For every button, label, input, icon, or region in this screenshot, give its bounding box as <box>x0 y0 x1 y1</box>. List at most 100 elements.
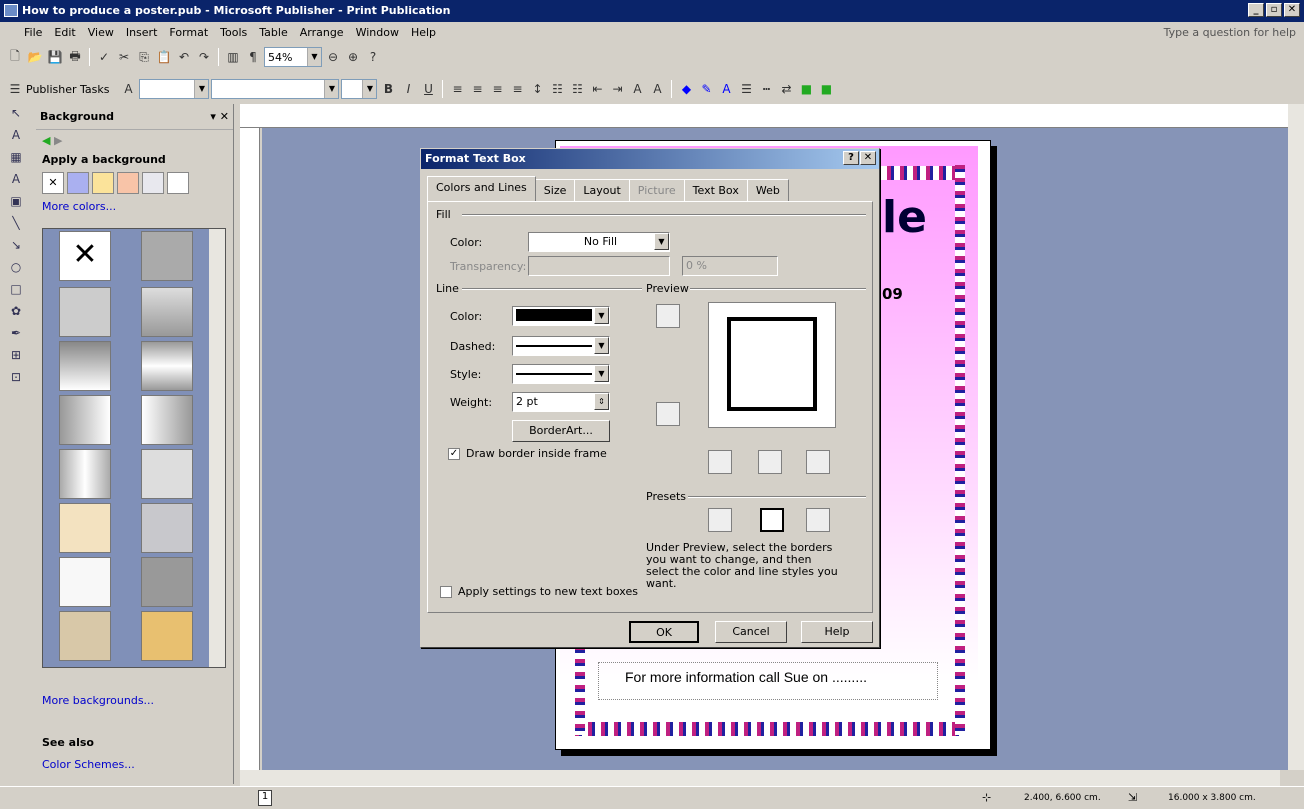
menu-insert[interactable]: Insert <box>126 26 158 44</box>
gallery-tile[interactable] <box>141 341 193 391</box>
poster-info-text[interactable]: For more information call Sue on .......… <box>598 662 938 700</box>
draw-border-checkbox[interactable]: ✓ <box>448 448 460 460</box>
help-button[interactable]: Help <box>801 621 873 643</box>
gallery-tile[interactable] <box>141 611 193 661</box>
bullets-icon[interactable]: ☷ <box>568 80 586 98</box>
design-gallery-icon[interactable]: ✒ <box>6 326 26 348</box>
apply-new-checkbox[interactable] <box>440 586 452 598</box>
line-icon[interactable]: ╲ <box>6 216 26 238</box>
restore-button[interactable]: ▫ <box>1266 3 1282 17</box>
gallery-tile[interactable] <box>141 449 193 499</box>
cut-icon[interactable]: ✂ <box>115 48 133 66</box>
preview-box[interactable] <box>708 302 836 428</box>
gallery-tile[interactable] <box>141 231 193 281</box>
swatch-gray[interactable] <box>142 172 164 194</box>
no-fill-swatch[interactable]: ✕ <box>42 172 64 194</box>
tab-colors-and-lines[interactable]: Colors and Lines <box>427 176 536 201</box>
gallery-tile[interactable] <box>59 611 111 661</box>
copy-icon[interactable]: ⎘ <box>135 48 153 66</box>
web-icon[interactable]: ⊞ <box>6 348 26 370</box>
align-left-icon[interactable]: ≡ <box>448 80 466 98</box>
gallery-tile[interactable] <box>59 341 111 391</box>
autoshapes-icon[interactable]: ✿ <box>6 304 26 326</box>
preview-left-border-button[interactable] <box>708 450 732 474</box>
style-icon[interactable]: A <box>119 80 137 98</box>
gallery-tile[interactable] <box>141 287 193 337</box>
preview-top-border-button[interactable] <box>656 304 680 328</box>
borderart-button[interactable]: BorderArt... <box>512 420 610 442</box>
font-size-combo[interactable]: ▼ <box>341 79 378 99</box>
menu-format[interactable]: Format <box>169 26 208 44</box>
3d-style-icon[interactable]: ■ <box>817 80 835 98</box>
picture-icon[interactable]: ▣ <box>6 194 26 216</box>
vertical-scrollbar[interactable] <box>1288 104 1304 770</box>
swatch-peach[interactable] <box>117 172 139 194</box>
gallery-tile[interactable] <box>59 449 111 499</box>
close-button[interactable]: ✕ <box>1284 3 1300 17</box>
increase-font-icon[interactable]: A <box>648 80 666 98</box>
open-icon[interactable]: 📂 <box>26 48 44 66</box>
ok-button[interactable]: OK <box>629 621 699 643</box>
style-combo[interactable]: ▼ <box>139 79 210 99</box>
gallery-tile[interactable] <box>59 395 111 445</box>
decrease-font-icon[interactable]: A <box>628 80 646 98</box>
fill-color-dropdown[interactable]: No Fill ▼ <box>528 232 670 252</box>
gallery-scrollbar[interactable] <box>209 229 225 667</box>
bold-icon[interactable]: B <box>379 80 397 98</box>
forward-icon[interactable]: ▶ <box>54 134 62 147</box>
select-icon[interactable]: ↖ <box>6 106 26 128</box>
catalog-icon[interactable]: ⊡ <box>6 370 26 392</box>
gallery-tile[interactable] <box>141 395 193 445</box>
table-icon[interactable]: ▦ <box>6 150 26 172</box>
decrease-indent-icon[interactable]: ⇤ <box>588 80 606 98</box>
preset-none-button[interactable] <box>708 508 732 532</box>
wordart-icon[interactable]: A <box>6 172 26 194</box>
paragraph-icon[interactable]: ¶ <box>244 48 262 66</box>
font-color-icon[interactable]: A <box>717 80 735 98</box>
align-center-icon[interactable]: ≡ <box>468 80 486 98</box>
zoom-in-icon[interactable]: ⊕ <box>344 48 362 66</box>
save-icon[interactable]: 💾 <box>46 48 64 66</box>
gallery-tile-none[interactable]: ✕ <box>59 231 111 281</box>
dash-style-icon[interactable]: ┅ <box>757 80 775 98</box>
gallery-tile[interactable] <box>59 287 111 337</box>
numbering-icon[interactable]: ☷ <box>548 80 566 98</box>
publisher-tasks-button[interactable]: Publisher Tasks <box>26 83 109 96</box>
arrow-icon[interactable]: ↘ <box>6 238 26 260</box>
line-style-icon[interactable]: ☰ <box>737 80 755 98</box>
increase-indent-icon[interactable]: ⇥ <box>608 80 626 98</box>
menu-arrange[interactable]: Arrange <box>300 26 344 44</box>
paste-icon[interactable]: 📋 <box>155 48 173 66</box>
align-right-icon[interactable]: ≡ <box>488 80 506 98</box>
swatch-blue[interactable] <box>67 172 89 194</box>
gallery-tile[interactable] <box>59 503 111 553</box>
dialog-close-button[interactable]: ✕ <box>860 151 876 165</box>
dashed-dropdown[interactable]: ▼ <box>512 336 610 356</box>
text-box-icon[interactable]: A <box>6 128 26 150</box>
page-indicator[interactable]: 1 <box>258 790 272 806</box>
spelling-icon[interactable]: ✓ <box>95 48 113 66</box>
menu-view[interactable]: View <box>88 26 114 44</box>
preview-center-border-button[interactable] <box>758 450 782 474</box>
font-combo[interactable]: ▼ <box>211 79 340 99</box>
new-icon[interactable]: 🗋 <box>6 48 24 66</box>
gallery-tile[interactable] <box>141 503 193 553</box>
dialog-help-button[interactable]: ? <box>843 151 859 165</box>
justify-icon[interactable]: ≡ <box>508 80 526 98</box>
zoom-combo[interactable]: 54% ▼ <box>264 47 322 67</box>
line-color-icon[interactable]: ✎ <box>697 80 715 98</box>
menu-help[interactable]: Help <box>411 26 436 44</box>
columns-icon[interactable]: ▥ <box>224 48 242 66</box>
menu-tools[interactable]: Tools <box>220 26 247 44</box>
italic-icon[interactable]: I <box>399 80 417 98</box>
oval-icon[interactable]: ○ <box>6 260 26 282</box>
menu-window[interactable]: Window <box>356 26 399 44</box>
undo-icon[interactable]: ↶ <box>175 48 193 66</box>
more-colors-link[interactable]: More colors... <box>36 198 233 215</box>
gallery-tile[interactable] <box>141 557 193 607</box>
menu-file[interactable]: File <box>24 26 42 44</box>
shadow-style-icon[interactable]: ■ <box>797 80 815 98</box>
line-color-dropdown[interactable]: ▼ <box>512 306 610 326</box>
line-spacing-icon[interactable]: ↕ <box>528 80 546 98</box>
horizontal-scrollbar[interactable] <box>240 770 1280 786</box>
